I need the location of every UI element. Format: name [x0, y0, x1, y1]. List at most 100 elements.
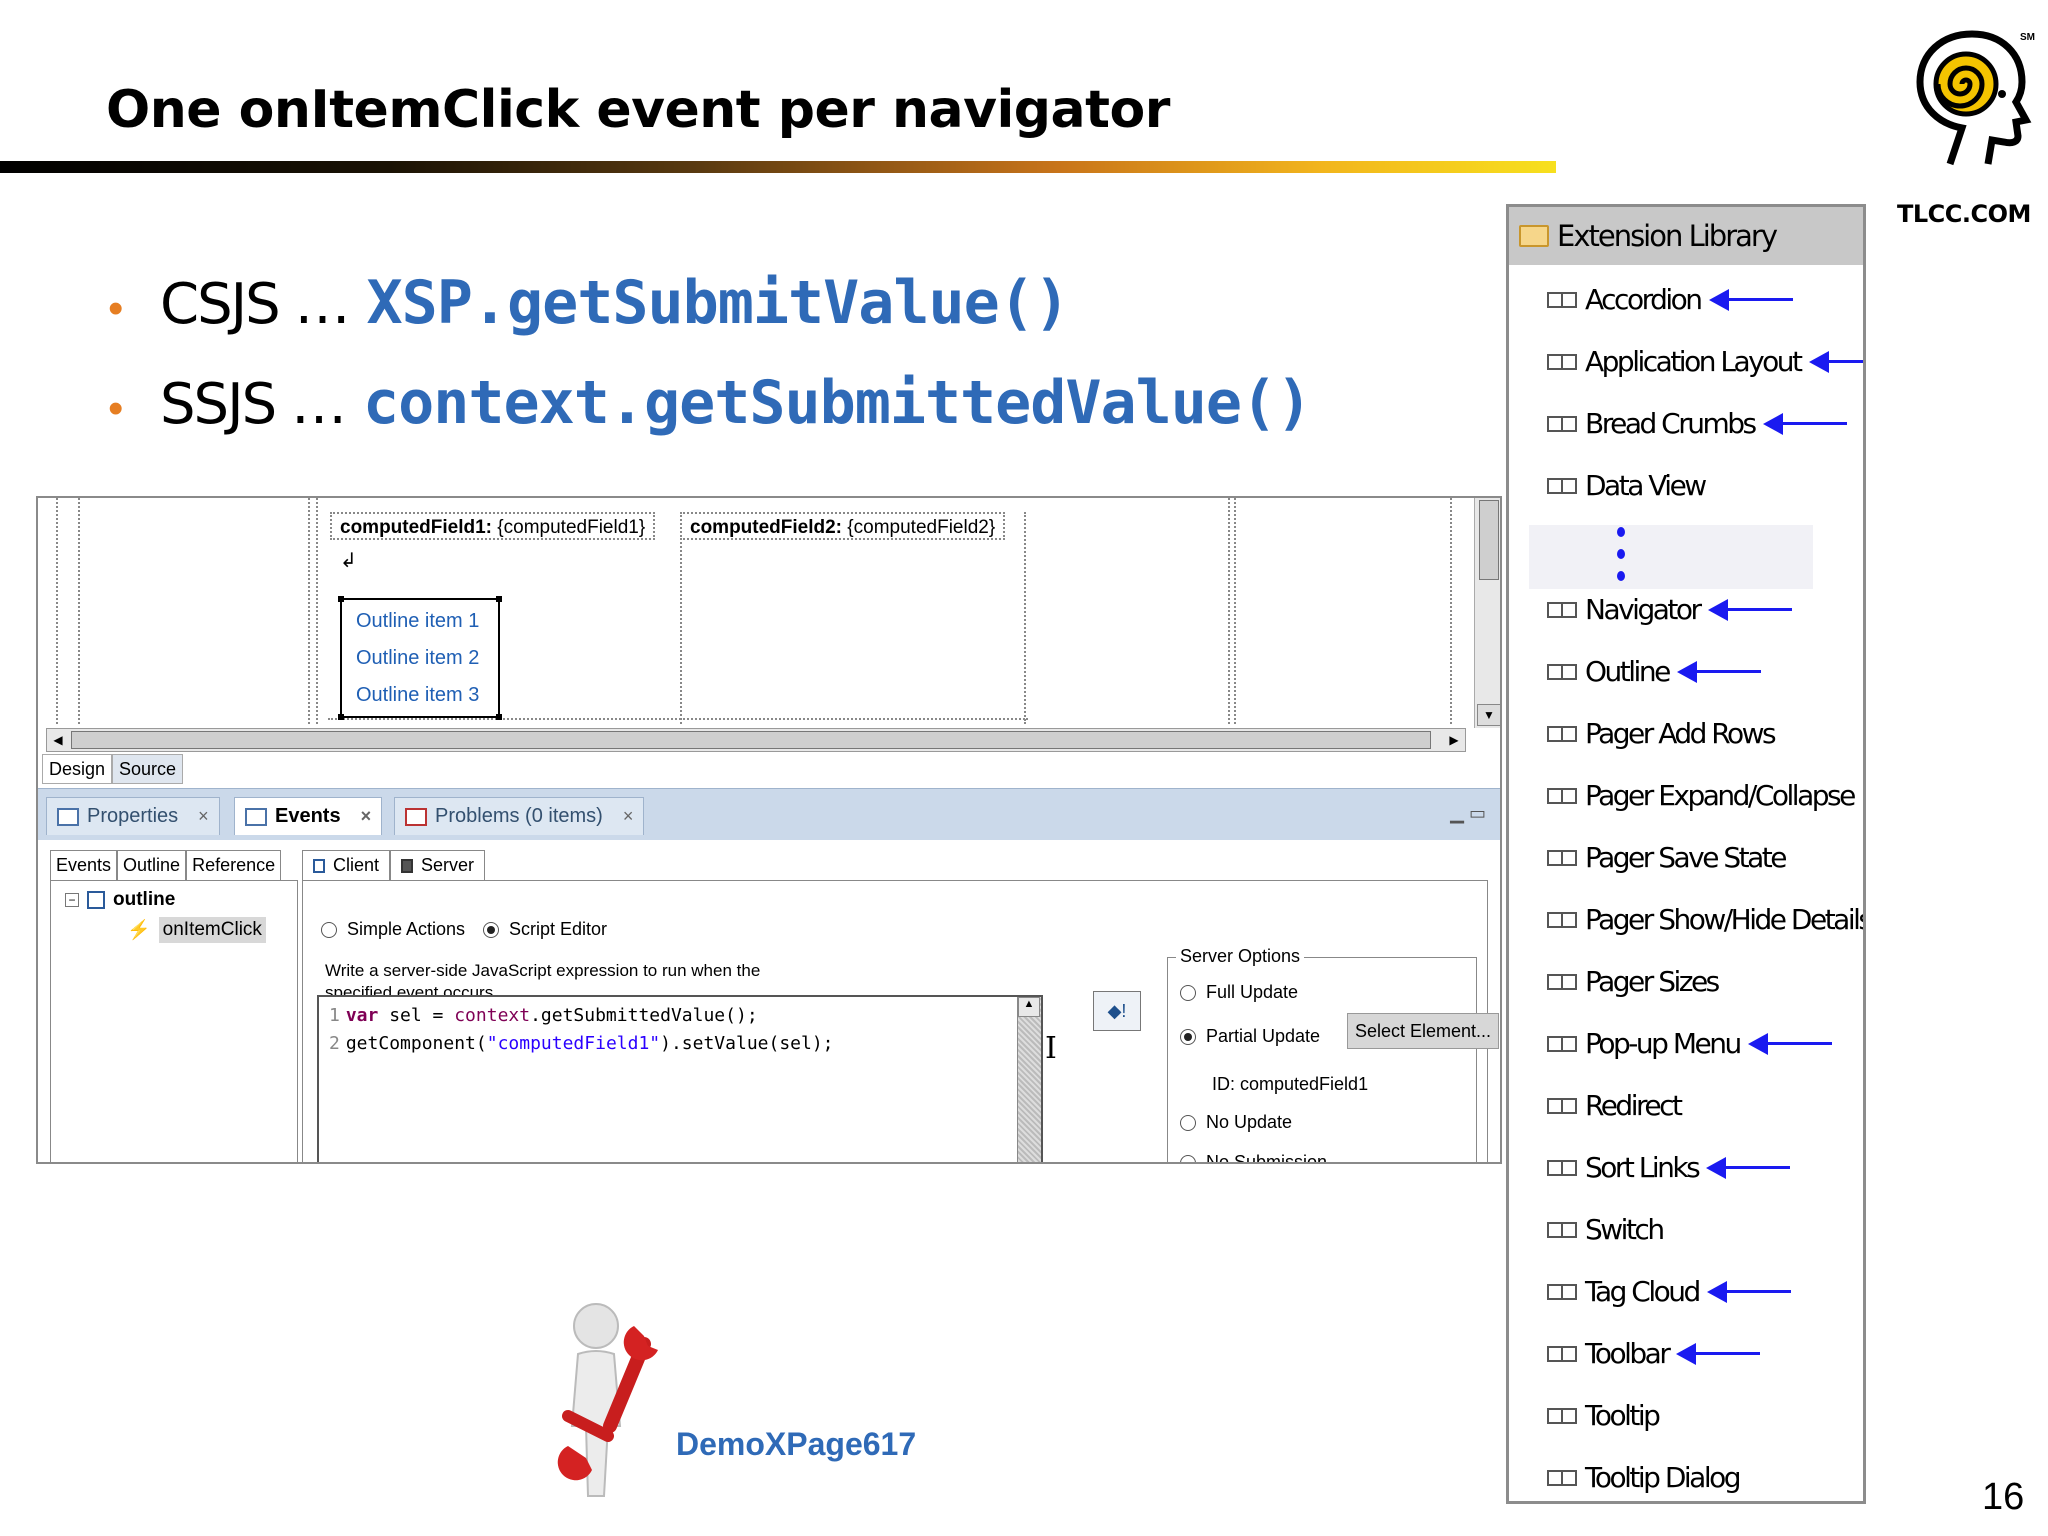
bullet-dot: • — [108, 284, 124, 333]
computed-field-2[interactable]: computedField2: {computedField2} — [680, 512, 1006, 540]
scroll-thumb[interactable] — [1479, 500, 1499, 580]
palette-item-label: Pager Add Rows — [1585, 717, 1777, 750]
palette-item[interactable]: Navigator — [1547, 593, 1792, 626]
palette-item-label: Outline — [1585, 655, 1671, 688]
tab-design[interactable]: Design — [42, 754, 113, 784]
outline-item[interactable]: Outline item 2 — [356, 643, 498, 680]
palette-item[interactable]: Pager Save State — [1547, 841, 1787, 874]
scroll-left-icon[interactable]: ◀ — [48, 730, 68, 750]
tab-outline[interactable]: Outline — [117, 850, 187, 881]
tab-label: Problems (0 items) — [435, 805, 603, 827]
newline-icon: ↲ — [340, 550, 357, 572]
palette-item[interactable]: Tooltip Dialog — [1547, 1461, 1742, 1494]
tab-reference[interactable]: Reference — [186, 850, 282, 881]
no-submission-option[interactable]: No Submission — [1180, 1152, 1327, 1162]
control-icon — [1547, 1283, 1577, 1300]
tab-server[interactable]: Server — [390, 850, 486, 881]
radio-script-editor[interactable] — [483, 922, 499, 939]
control-icon — [1547, 477, 1577, 494]
canvas-horizontal-scrollbar[interactable]: ◀ ▶ — [46, 728, 1466, 752]
outline-item[interactable]: Outline item 3 — [356, 680, 498, 717]
tab-events[interactable]: Events × — [234, 797, 383, 835]
radio-simple-actions[interactable] — [321, 922, 337, 939]
tree-node-outline[interactable]: − outline — [65, 889, 175, 911]
script-editor-option[interactable]: Script Editor — [483, 919, 607, 940]
palette-header[interactable]: Extension Library — [1509, 207, 1863, 265]
tree-node-onitemclick[interactable]: ⚡ onItemClick — [127, 917, 266, 943]
palette-item[interactable]: Bread Crumbs — [1547, 407, 1847, 440]
radio-partial-update[interactable] — [1180, 1028, 1196, 1045]
code-scrollbar[interactable]: ▲ — [1017, 997, 1041, 1162]
svg-text:SM: SM — [2020, 32, 2035, 43]
control-icon — [1547, 291, 1577, 308]
palette-item[interactable]: Outline — [1547, 655, 1761, 688]
simple-actions-option[interactable]: Simple Actions — [321, 919, 465, 940]
tab-source[interactable]: Source — [112, 754, 184, 784]
palette-item[interactable]: Toolbar — [1547, 1337, 1761, 1370]
tab-client[interactable]: Client — [302, 850, 391, 881]
tree-node-label: outline — [113, 889, 176, 910]
palette-item[interactable]: Application Layout — [1547, 345, 1863, 378]
scroll-thumb[interactable] — [71, 731, 1431, 749]
close-icon[interactable]: × — [198, 806, 209, 827]
partial-update-option[interactable]: Partial Update — [1180, 1026, 1320, 1047]
radio-full-update[interactable] — [1180, 984, 1196, 1001]
control-icon — [1547, 787, 1577, 804]
resize-handle[interactable] — [496, 596, 502, 602]
table-border — [328, 718, 1028, 720]
palette-item[interactable]: Data View — [1547, 469, 1707, 502]
control-icon — [1547, 973, 1577, 990]
client-server-tabs: Client Server — [302, 850, 486, 881]
minimize-maximize-icon[interactable]: ▁ ▭ — [1450, 803, 1486, 824]
control-icon — [1547, 663, 1577, 680]
bullet-label: SSJS … — [160, 372, 347, 437]
collapse-icon[interactable]: − — [65, 893, 79, 907]
select-element-button[interactable]: Select Element... — [1347, 1013, 1499, 1049]
close-icon[interactable]: × — [623, 806, 634, 827]
no-update-option[interactable]: No Update — [1180, 1112, 1292, 1133]
close-icon[interactable]: × — [361, 806, 372, 827]
palette-item[interactable]: Switch — [1547, 1213, 1665, 1246]
palette-item[interactable]: Pager Sizes — [1547, 965, 1720, 998]
palette-item-label: Bread Crumbs — [1585, 407, 1757, 440]
computed-field-1[interactable]: computedField1: {computedField1} — [330, 512, 656, 540]
tab-events-list[interactable]: Events — [50, 850, 118, 881]
canvas-vertical-scrollbar[interactable]: ▼ — [1474, 498, 1500, 728]
radio-no-update[interactable] — [1180, 1114, 1196, 1131]
palette-item-label: Switch — [1585, 1213, 1665, 1246]
demo-page-label: DemoXPage617 — [676, 1426, 917, 1462]
resize-handle[interactable] — [338, 596, 344, 602]
control-icon — [1547, 911, 1577, 928]
tab-label: Client — [333, 855, 380, 875]
palette-item[interactable]: Accordion — [1547, 283, 1793, 316]
radio-no-submission[interactable] — [1180, 1154, 1196, 1162]
palette-item[interactable]: Tooltip — [1547, 1399, 1661, 1432]
tab-properties[interactable]: Properties × — [46, 797, 220, 835]
palette-item-label: Pager Show/Hide Details — [1585, 903, 1866, 936]
palette-item[interactable]: Redirect — [1547, 1089, 1683, 1122]
scroll-right-icon[interactable]: ▶ — [1444, 730, 1464, 750]
palette-item[interactable]: Pager Show/Hide Details — [1547, 903, 1866, 936]
outline-item[interactable]: Outline item 1 — [356, 606, 498, 643]
palette-item[interactable]: Tag Cloud — [1547, 1275, 1791, 1308]
resize-handle[interactable] — [496, 714, 502, 720]
open-script-dialog-button[interactable]: ◆! — [1093, 991, 1141, 1031]
outline-node-icon — [87, 891, 105, 909]
palette-item-label: Navigator — [1585, 593, 1702, 626]
palette-item[interactable]: Pager Add Rows — [1547, 717, 1777, 750]
script-editor[interactable]: 1 var sel = context.getSubmittedValue(); … — [317, 995, 1043, 1162]
full-update-option[interactable]: Full Update — [1180, 982, 1298, 1003]
palette-item[interactable]: Sort Links — [1547, 1151, 1791, 1184]
control-icon — [1547, 1159, 1577, 1176]
palette-item[interactable]: Pop-up Menu — [1547, 1027, 1832, 1060]
pointer-arrow-icon — [1747, 1032, 1832, 1055]
palette-item[interactable]: Pager Expand/Collapse — [1547, 779, 1856, 812]
outline-control[interactable]: Outline item 1 Outline item 2 Outline it… — [338, 596, 502, 720]
tree-node-label: onItemClick — [158, 917, 266, 943]
resize-handle[interactable] — [338, 714, 344, 720]
scroll-up-icon[interactable]: ▲ — [1018, 997, 1040, 1017]
tab-problems[interactable]: Problems (0 items) × — [394, 797, 645, 835]
option-label: No Update — [1206, 1112, 1293, 1132]
server-event-pane: Simple Actions Script Editor Write a ser… — [302, 880, 1499, 1162]
scroll-down-icon[interactable]: ▼ — [1477, 704, 1500, 726]
